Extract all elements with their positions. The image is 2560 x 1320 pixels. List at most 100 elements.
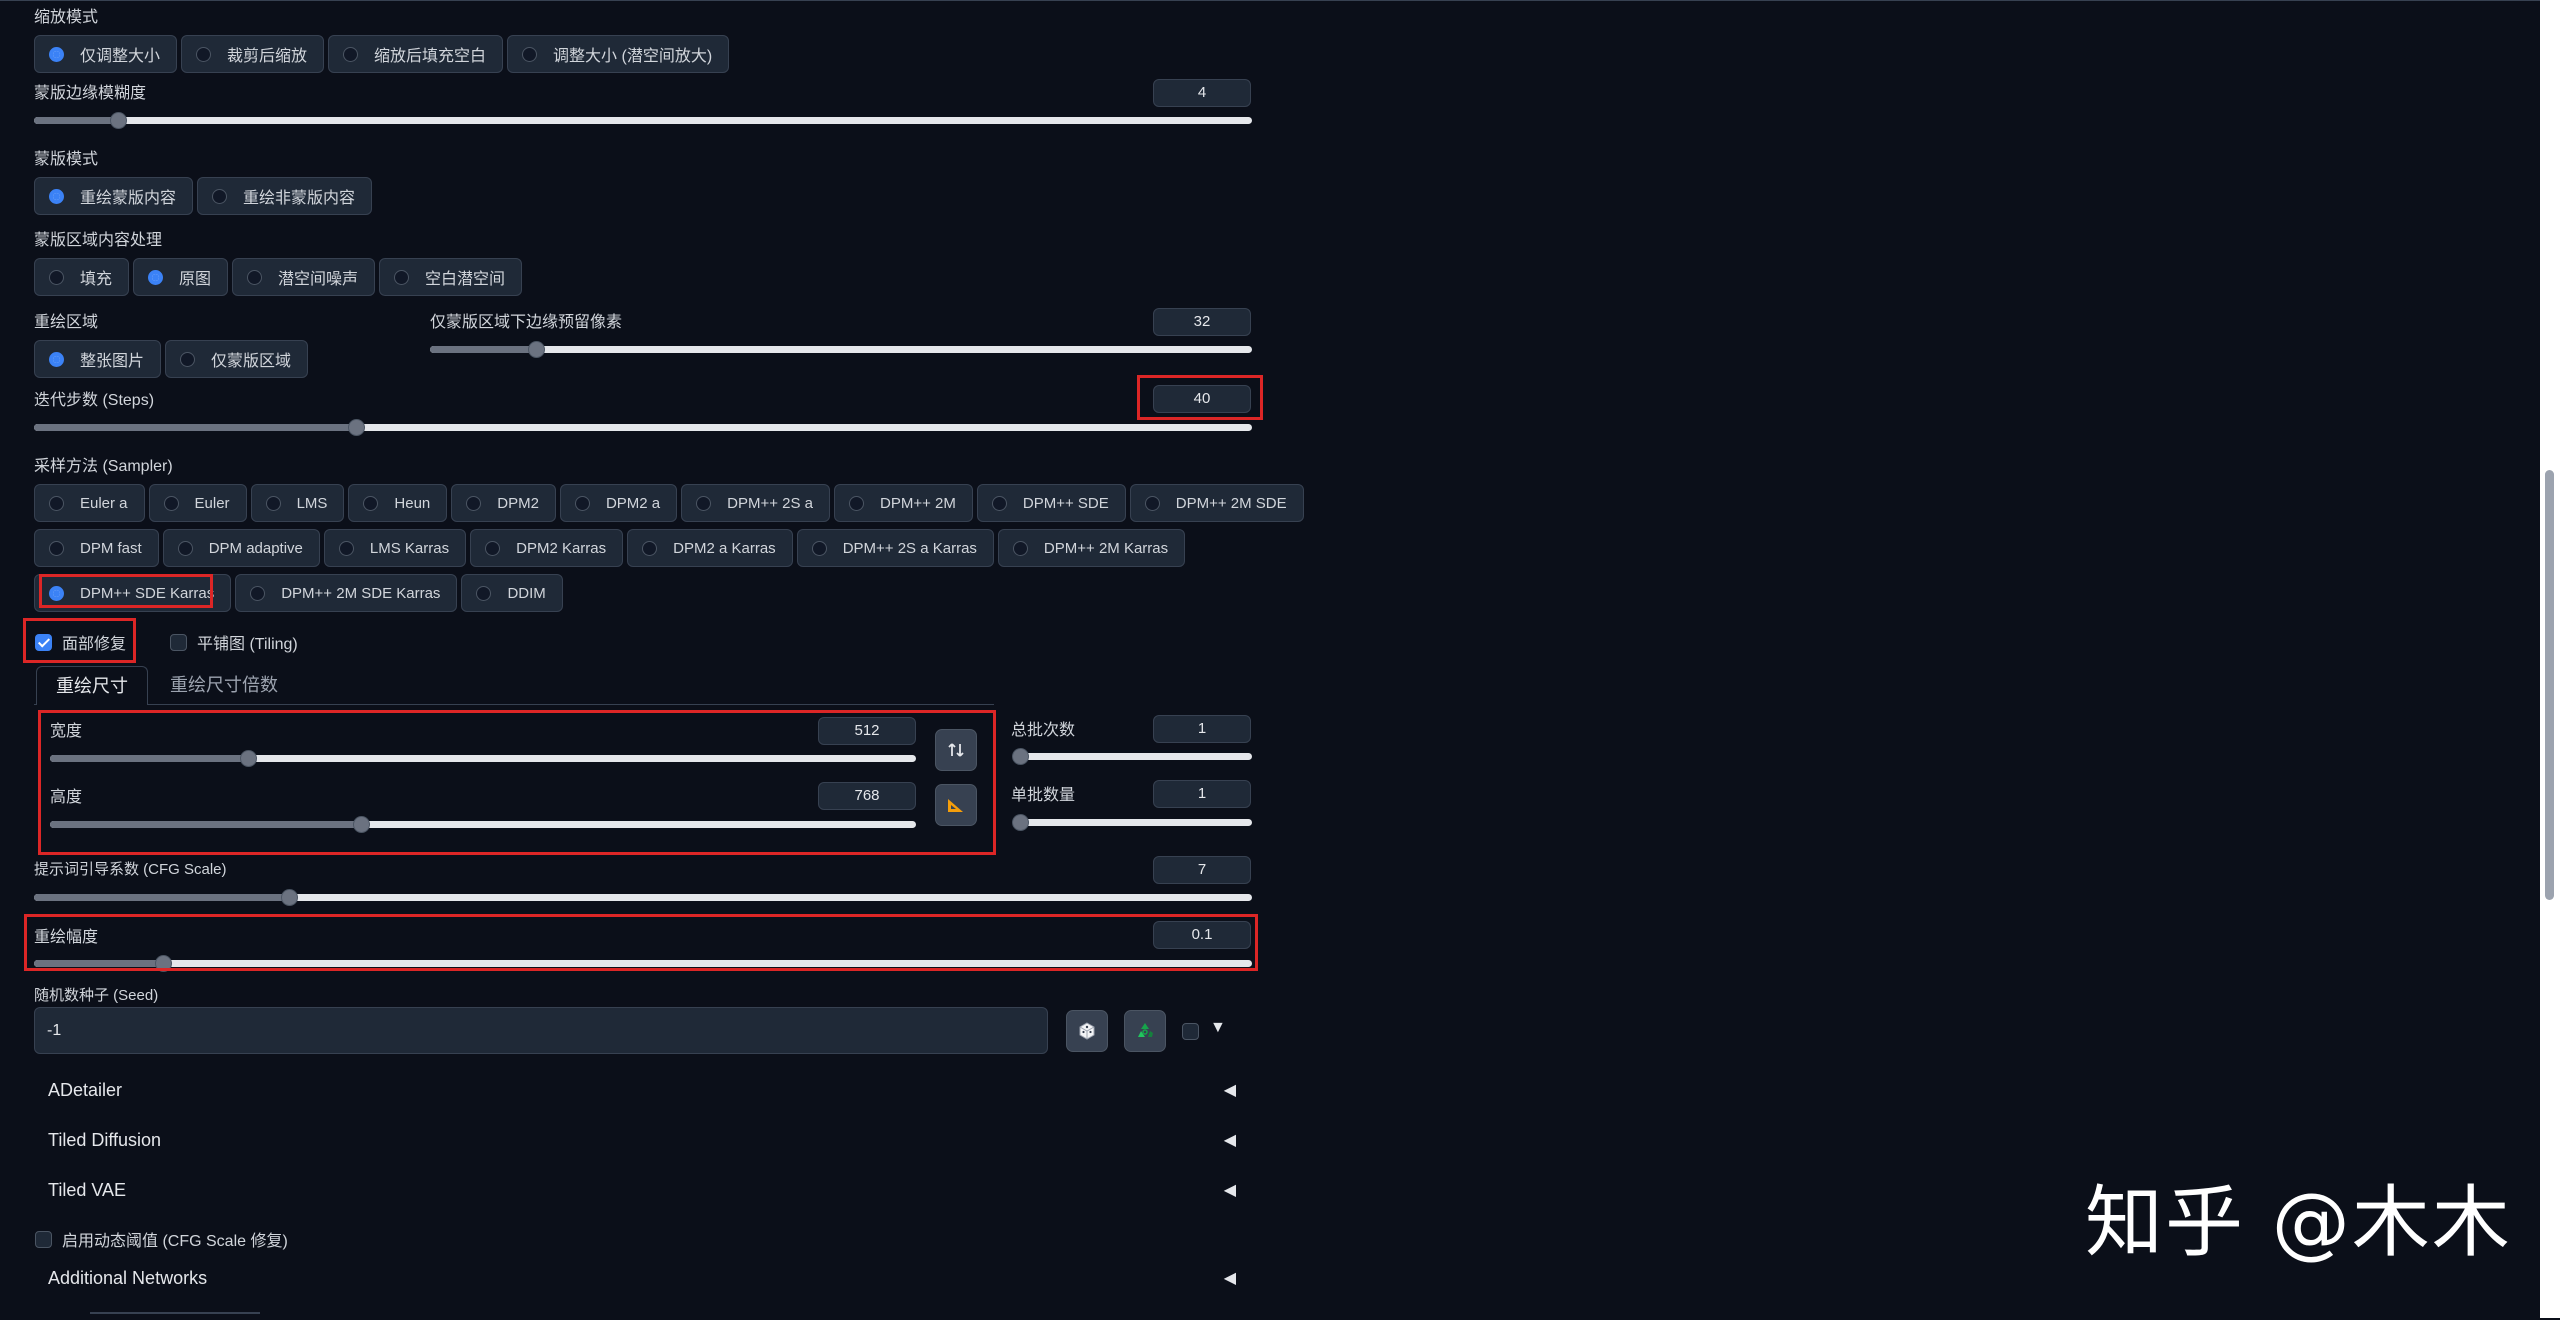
sampler-option-label: DPM++ 2M SDE Karras (281, 584, 441, 602)
cfg-scale-input[interactable]: 7 (1153, 856, 1251, 884)
scrollbar-thumb[interactable] (2545, 470, 2554, 900)
mask-blur-slider[interactable] (34, 112, 1252, 129)
seed-input[interactable]: -1 (34, 1007, 1048, 1054)
accordion-tiled-diffusion[interactable]: Tiled Diffusion ◀ (36, 1118, 1236, 1162)
seed-extra-toggle-icon[interactable]: ▼ (1210, 1019, 1226, 1037)
sampler-option[interactable]: DPM2 (451, 484, 556, 522)
radio-dot-icon (196, 46, 212, 62)
radio-dot-icon (811, 540, 827, 556)
radio-dot-icon (49, 188, 64, 204)
radio-dot-icon (574, 495, 590, 511)
slider-thumb[interactable] (280, 889, 298, 906)
sampler-option[interactable]: DPM++ 2S a (681, 484, 831, 522)
sampler-option[interactable]: DPM2 a (559, 484, 678, 522)
radio-dot-icon (363, 495, 379, 511)
resize-mode-option[interactable]: 裁剪后缩放 (181, 35, 325, 73)
radio-dot-icon (1144, 495, 1160, 511)
sampler-option-label: DPM++ 2S a Karras (842, 539, 977, 557)
resize-mode-option[interactable]: 调整大小 (潜空间放大) (507, 35, 730, 73)
only-masked-padding-input[interactable]: 32 (1153, 308, 1251, 336)
sampler-option-label: Euler a (80, 494, 128, 512)
mask-mode-option[interactable]: 重绘蒙版内容 (34, 177, 194, 215)
resize-mode-option[interactable]: 仅调整大小 (34, 35, 178, 73)
batch-count-input[interactable]: 1 (1153, 715, 1251, 743)
sampler-option[interactable]: DPM fast (34, 529, 159, 567)
size-highlight-box (38, 710, 996, 855)
slider-fill (34, 424, 357, 431)
inpaint-area-option[interactable]: 仅蒙版区域 (165, 340, 309, 378)
sampler-option-label: LMS Karras (369, 539, 450, 557)
accordion-title: Tiled Diffusion (48, 1130, 162, 1150)
radio-dot-icon (212, 188, 228, 204)
radio-dot-icon (49, 269, 64, 285)
resize-mode-option-label: 裁剪后缩放 (227, 48, 308, 65)
radio-dot-icon (49, 351, 64, 367)
inpaint-area-option[interactable]: 整张图片 (34, 340, 162, 378)
reuse-seed-button[interactable] (1124, 1010, 1166, 1052)
slider-thumb[interactable] (527, 341, 545, 358)
accordion-tiled-vae[interactable]: Tiled VAE ◀ (36, 1168, 1236, 1212)
sampler-option[interactable]: LMS (250, 484, 345, 522)
masked-content-option[interactable]: 空白潜空间 (379, 258, 523, 296)
sampler-option[interactable]: DPM++ 2M (834, 484, 973, 522)
batch-count-slider[interactable] (1012, 748, 1252, 765)
sampler-label: 采样方法 (Sampler) (34, 458, 173, 475)
slider-thumb[interactable] (347, 419, 365, 436)
mask-mode-option-label: 重绘非蒙版内容 (243, 190, 356, 207)
sampler-option[interactable]: DPM++ 2M SDE Karras (235, 574, 458, 612)
sampler-option[interactable]: DPM++ SDE (976, 484, 1126, 522)
sampler-option[interactable]: LMS Karras (323, 529, 467, 567)
sampler-option[interactable]: DDIM (461, 574, 563, 612)
seed-extra-checkbox[interactable] (1182, 1023, 1199, 1041)
mask-mode-label: 蒙版模式 (34, 151, 99, 168)
steps-slider[interactable] (34, 419, 1252, 436)
sampler-option[interactable]: Euler a (34, 484, 145, 522)
slider-thumb[interactable] (1012, 814, 1029, 831)
radio-dot-icon (1012, 540, 1028, 556)
sampler-option-label: DPM2 a Karras (673, 539, 776, 557)
tab-resize-to[interactable]: 重绘尺寸 (36, 666, 148, 705)
slider-fill (34, 894, 290, 901)
slider-thumb[interactable] (110, 112, 128, 129)
radio-dot-icon (250, 585, 266, 601)
sampler-option[interactable]: DPM adaptive (162, 529, 320, 567)
mask-mode-option[interactable]: 重绘非蒙版内容 (197, 177, 373, 215)
cfg-scale-slider[interactable] (34, 889, 1252, 906)
mask-blur-input[interactable]: 4 (1153, 79, 1251, 107)
sampler-option[interactable]: DPM2 a Karras (627, 529, 793, 567)
radio-dot-icon (49, 46, 64, 62)
mask-mode-option-label: 重绘蒙版内容 (80, 190, 177, 207)
sampler-option-label: DPM2 (497, 494, 539, 512)
dice-icon (1079, 1022, 1095, 1040)
sampler-option[interactable]: Euler (148, 484, 247, 522)
accordion-adetailer[interactable]: ADetailer ◀ (36, 1068, 1236, 1112)
accordion-additional-networks[interactable]: Additional Networks ◀ (36, 1256, 1236, 1300)
slider-fill (34, 117, 120, 124)
masked-content-option[interactable]: 潜空间噪声 (232, 258, 376, 296)
collapse-arrow-icon: ◀ (1223, 1270, 1236, 1287)
masked-content-option[interactable]: 原图 (133, 258, 229, 296)
sampler-option[interactable]: DPM++ 2S a Karras (796, 529, 994, 567)
masked-content-option-label: 潜空间噪声 (278, 271, 359, 288)
scrollbar-track[interactable] (2540, 0, 2560, 1318)
sampler-option[interactable]: DPM++ 2M Karras (997, 529, 1186, 567)
slider-thumb[interactable] (1012, 748, 1029, 765)
tiling-checkbox[interactable]: 平铺图 (Tiling) (170, 630, 298, 654)
radio-dot-icon (522, 46, 538, 62)
sampler-option-label: Euler (194, 494, 230, 512)
radio-dot-icon (476, 585, 492, 601)
sampler-option[interactable]: Heun (348, 484, 448, 522)
batch-size-slider[interactable] (1012, 814, 1252, 831)
tab-resize-by[interactable]: 重绘尺寸倍数 (170, 666, 278, 704)
masked-content-option[interactable]: 填充 (34, 258, 130, 296)
sampler-option[interactable]: DPM++ 2M SDE (1129, 484, 1304, 522)
only-masked-padding-slider[interactable] (430, 341, 1252, 358)
batch-size-label: 单批数量 (1011, 787, 1076, 804)
seed-label: 随机数种子 (Seed) (34, 987, 159, 1004)
sampler-option[interactable]: DPM2 Karras (470, 529, 624, 567)
sampler-option-label: Heun (394, 494, 431, 512)
random-seed-button[interactable] (1066, 1010, 1108, 1052)
resize-mode-option[interactable]: 缩放后填充空白 (328, 35, 504, 73)
batch-size-input[interactable]: 1 (1153, 780, 1251, 808)
dynamic-threshold-checkbox[interactable]: 启用动态阈值 (CFG Scale 修复) (35, 1227, 288, 1251)
